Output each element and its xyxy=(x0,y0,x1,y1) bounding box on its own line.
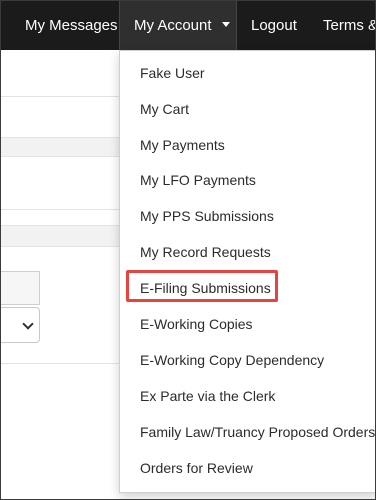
menu-item-my-pps-submissions[interactable]: My PPS Submissions xyxy=(140,208,274,224)
page-divider xyxy=(1,363,119,364)
top-navbar: My Messages My Account Logout Terms & C xyxy=(1,1,375,50)
page-divider xyxy=(1,209,119,210)
page-section-band xyxy=(1,225,119,247)
nav-my-account[interactable]: My Account xyxy=(119,1,237,50)
nav-logout[interactable]: Logout xyxy=(251,1,297,50)
nav-my-messages[interactable]: My Messages xyxy=(25,1,118,50)
menu-item-e-working-copies[interactable]: E-Working Copies xyxy=(140,316,253,332)
nav-my-account-label: My Account xyxy=(134,17,212,34)
page-select[interactable] xyxy=(1,307,40,343)
page-section-band xyxy=(1,137,119,157)
page-divider xyxy=(1,96,119,97)
menu-item-e-filing-submissions[interactable]: E-Filing Submissions xyxy=(140,280,271,296)
nav-terms[interactable]: Terms & C xyxy=(323,1,375,50)
menu-item-family-law-truancy-proposed-orders[interactable]: Family Law/Truancy Proposed Orders xyxy=(140,424,375,440)
my-account-dropdown: Fake User My Cart My Payments My LFO Pay… xyxy=(119,50,375,493)
menu-item-orders-for-review[interactable]: Orders for Review xyxy=(140,460,253,476)
menu-item-my-cart[interactable]: My Cart xyxy=(140,101,189,117)
screenshot-frame: My Messages My Account Logout Terms & C … xyxy=(0,0,376,500)
menu-item-ex-parte-via-clerk[interactable]: Ex Parte via the Clerk xyxy=(140,388,275,404)
page-field-box xyxy=(1,271,40,305)
menu-item-e-working-copy-dependency[interactable]: E-Working Copy Dependency xyxy=(140,352,324,368)
menu-item-my-lfo-payments[interactable]: My LFO Payments xyxy=(140,172,256,188)
menu-item-fake-user[interactable]: Fake User xyxy=(140,65,205,81)
chevron-down-icon xyxy=(22,318,34,330)
caret-down-icon xyxy=(221,21,230,27)
menu-item-my-payments[interactable]: My Payments xyxy=(140,137,225,153)
menu-item-my-record-requests[interactable]: My Record Requests xyxy=(140,244,271,260)
